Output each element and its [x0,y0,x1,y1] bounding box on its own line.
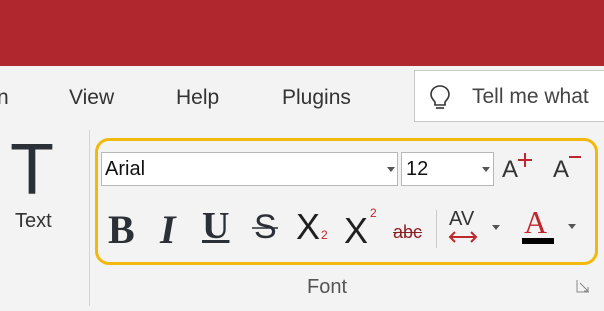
lightbulb-icon [429,84,451,115]
bold-button[interactable]: B [108,206,135,253]
tab-partial[interactable]: n [0,86,9,110]
strike-style-button[interactable]: S [252,208,278,247]
tell-me-text: Tell me what [472,85,589,108]
grow-font-glyph: A [502,156,519,183]
subscript-button[interactable]: X 2 [296,206,328,248]
strike-line-icon [252,227,278,229]
superscript-glyph: X [344,210,369,251]
chevron-down-icon[interactable] [568,224,576,229]
dialog-launcher-icon[interactable] [576,279,590,298]
superscript-button[interactable]: X 2 [344,206,377,252]
ribbon: T Text Arial 12 A A B I U S X 2 X 2 abc … [0,126,604,311]
font-color-button[interactable]: A [522,204,582,250]
text-label: Text [15,210,52,232]
tab-plugins[interactable]: Plugins [282,86,351,110]
text-icon[interactable]: T [10,134,54,206]
font-name-dropdown[interactable]: Arial [101,152,398,186]
underline-button[interactable]: U [202,204,229,248]
plus-icon [518,153,532,167]
font-size-value: 12 [406,158,429,180]
shrink-font-button[interactable]: A [553,156,581,184]
superscript-mark: 2 [370,206,377,220]
toolbar-divider [436,210,437,248]
text-group: T Text [0,126,88,311]
minus-icon [569,156,581,158]
chevron-down-icon[interactable] [492,225,500,230]
shrink-font-glyph: A [553,156,570,183]
tab-help[interactable]: Help [176,86,219,110]
subscript-glyph: X [296,206,321,247]
font-size-dropdown[interactable]: 12 [401,152,494,186]
title-bar [0,0,604,66]
character-spacing-button[interactable]: AV [447,208,507,248]
tell-me-search[interactable]: Tell me what [414,70,604,122]
font-color-glyph: A [524,204,548,240]
spacing-glyph: AV [449,208,475,230]
italic-button[interactable]: I [160,206,176,253]
chevron-down-icon[interactable] [482,167,490,172]
color-swatch [522,238,554,244]
chevron-down-icon[interactable] [387,167,395,172]
subscript-mark: 2 [321,228,328,242]
font-name-value: Arial [105,158,146,180]
spacing-arrows-icon [448,231,478,243]
tab-view[interactable]: View [69,86,114,110]
strikethrough-button[interactable]: abc [393,222,422,243]
grow-font-button[interactable]: A [502,153,532,184]
group-divider [89,130,90,306]
font-group-label: Font [307,276,348,298]
